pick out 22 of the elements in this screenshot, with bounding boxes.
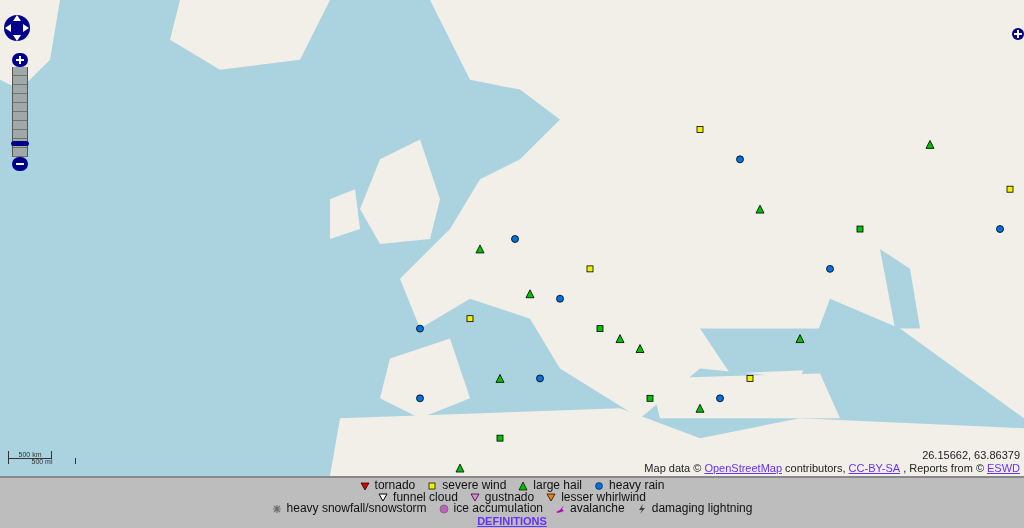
- legend-label: tornado: [374, 480, 416, 492]
- legend-label: ice accumulation: [453, 503, 543, 515]
- source-link[interactable]: ESWD: [987, 462, 1020, 475]
- legend-label: gustnado: [484, 491, 535, 503]
- legend-label: funnel cloud: [393, 491, 458, 503]
- legend-label: damaging lightning: [651, 503, 753, 515]
- attribution-text: , Reports from ©: [903, 462, 984, 475]
- coordinates: 26.15662, 63.86379: [922, 449, 1020, 462]
- legend-label: lesser whirlwind: [561, 491, 646, 503]
- legend-label: heavy snowfall/snowstorm: [286, 503, 427, 515]
- plus-icon: [15, 55, 25, 65]
- zoom-slider[interactable]: [12, 67, 28, 157]
- layer-switcher-button[interactable]: [1012, 28, 1024, 40]
- definitions-link[interactable]: DEFINITIONS: [477, 515, 547, 527]
- license-link[interactable]: CC-BY-SA: [848, 462, 901, 475]
- legend-label: large hail: [533, 480, 583, 492]
- legend-label: severe wind: [442, 480, 507, 492]
- legend-label: heavy rain: [609, 480, 665, 492]
- legend-label: avalanche: [570, 503, 625, 515]
- attribution-text: Map data ©: [644, 462, 702, 475]
- attribution-text: contributors,: [785, 462, 846, 475]
- openstreetmap-link[interactable]: OpenStreetMap: [704, 462, 783, 475]
